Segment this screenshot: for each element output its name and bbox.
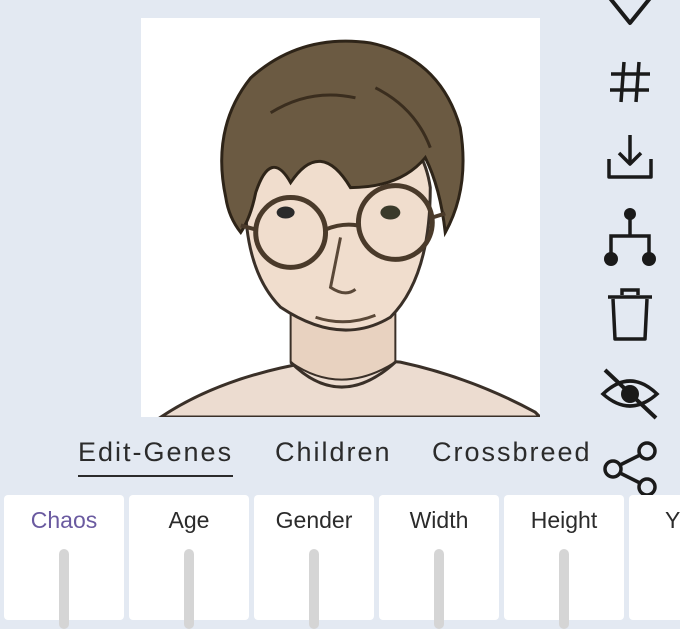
trash-icon[interactable] bbox=[600, 288, 660, 342]
gene-slider-row: Chaos Age Gender Width Height Y bbox=[0, 495, 680, 629]
portrait-image bbox=[141, 18, 540, 417]
tab-children[interactable]: Children bbox=[275, 430, 392, 474]
gene-label-chaos: Chaos bbox=[30, 507, 98, 533]
gene-card-width[interactable]: Width bbox=[379, 495, 499, 629]
hashtag-icon-glyph bbox=[610, 61, 650, 103]
trash-icon-glyph bbox=[608, 288, 652, 341]
age-slider-track[interactable] bbox=[184, 549, 194, 629]
width-slider-track[interactable] bbox=[434, 549, 444, 629]
hashtag-icon[interactable] bbox=[600, 55, 660, 109]
tab-edit-genes[interactable]: Edit-Genes bbox=[78, 430, 234, 477]
height-slider-track[interactable] bbox=[559, 549, 569, 629]
tab-crossbreed[interactable]: Crossbreed bbox=[432, 430, 592, 474]
gene-card-next[interactable]: Y bbox=[629, 495, 680, 620]
gene-label-height: Height bbox=[530, 507, 598, 533]
gene-label-width: Width bbox=[409, 507, 469, 533]
gender-slider-track[interactable] bbox=[309, 549, 319, 629]
gene-card-age[interactable]: Age bbox=[129, 495, 249, 629]
hide-icon[interactable] bbox=[600, 366, 660, 420]
family-tree-icon-glyph bbox=[604, 208, 656, 266]
download-icon[interactable] bbox=[600, 130, 660, 184]
heart-icon[interactable] bbox=[600, 0, 660, 32]
gene-card-chaos[interactable]: Chaos bbox=[4, 495, 124, 629]
portrait-illustration bbox=[141, 18, 540, 417]
family-tree-icon[interactable] bbox=[600, 208, 660, 266]
heart-icon-glyph bbox=[608, 0, 652, 25]
hide-icon-glyph bbox=[600, 368, 660, 420]
mode-tabs: Edit-Genes Children Crossbreed bbox=[0, 430, 620, 477]
gene-card-height[interactable]: Height bbox=[504, 495, 624, 629]
gene-card-gender[interactable]: Gender bbox=[254, 495, 374, 629]
chaos-slider-track[interactable] bbox=[59, 549, 69, 629]
gene-label-age: Age bbox=[168, 507, 210, 533]
gene-label-next: Y bbox=[665, 507, 680, 533]
gene-label-gender: Gender bbox=[275, 507, 353, 533]
download-icon-glyph bbox=[607, 135, 653, 179]
